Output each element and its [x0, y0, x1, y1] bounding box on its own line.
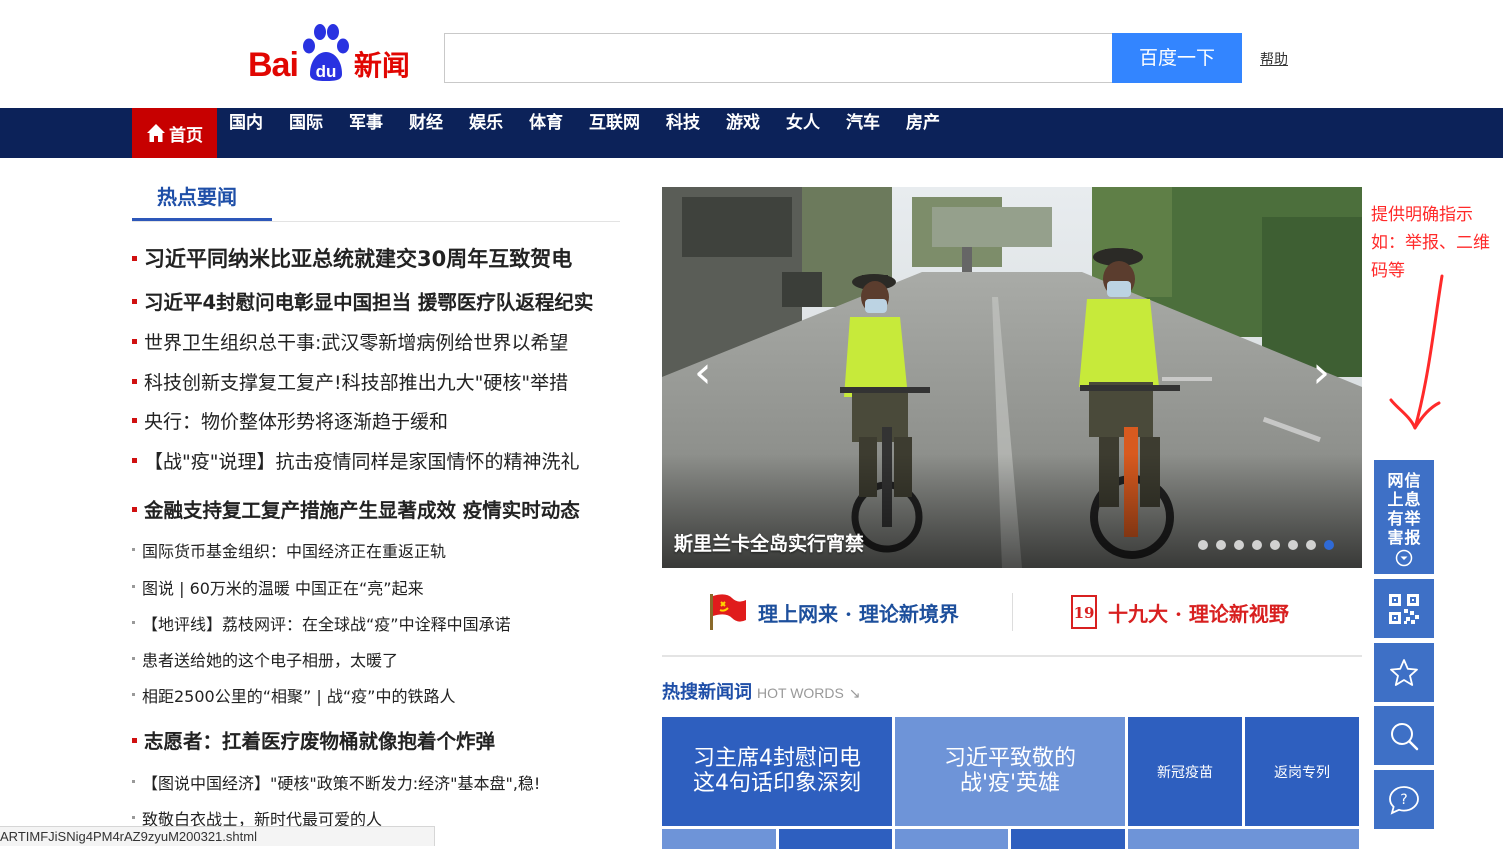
news-item-sub[interactable]: 【地评线】荔枝网评：在全球战“疫”中诠释中国承诺	[132, 611, 511, 635]
arrow-down-right-icon: ↘	[848, 685, 861, 701]
news-item-sub[interactable]: 【图说中国经济】"硬核"政策不断发力:经济"基本盘",稳!	[132, 770, 540, 794]
question-bubble-icon: ?	[1389, 785, 1419, 815]
hotword-tile[interactable]	[779, 829, 892, 849]
slide-prev-button[interactable]: ‹	[694, 347, 712, 398]
news-item-headline[interactable]: 习近平4封慰问电彰显中国担当 援鄂医疗队返程纪实	[132, 286, 593, 315]
svg-text:du: du	[316, 62, 337, 81]
star-icon	[1390, 658, 1418, 686]
news-item-sub[interactable]: 图说 | 60万米的温暖 中国正在“亮”起来	[132, 575, 424, 599]
chevron-down-circle-icon	[1395, 549, 1413, 567]
news-item-headline[interactable]: 金融支持复工复产措施产生显著成效 疫情实时动态	[132, 494, 580, 523]
report-label-last: 害报	[1387, 528, 1421, 547]
main-nav: 首页 国内 国际 军事 财经 娱乐 体育 互联网 科技 游戏 女人 汽车 房产	[0, 108, 1503, 158]
banner-19th-congress[interactable]: 19 十九大 · 理论新视野	[1070, 592, 1289, 632]
slide-photo	[662, 187, 1362, 568]
hotword-tile[interactable]: 习主席4封慰问电 这4句话印象深刻	[662, 717, 892, 826]
report-label: 网上有 信息举	[1387, 471, 1421, 528]
news-slideshow[interactable]: ‹ › 斯里兰卡全岛实行宵禁	[662, 187, 1362, 568]
search-rail-button[interactable]	[1374, 706, 1434, 765]
news-item-headline[interactable]: 习近平同纳米比亚总统就建交30周年互致贺电	[132, 243, 572, 273]
news-item[interactable]: 科技创新支撑复工复产!科技部推出九大"硬核"举措	[132, 368, 568, 395]
nav-item-tech[interactable]: 科技	[666, 108, 700, 158]
search-button[interactable]: 百度一下	[1112, 33, 1242, 83]
baidu-paw-icon: du	[300, 22, 350, 82]
baidu-news-logo[interactable]: Bai du 新闻	[248, 22, 410, 82]
slide-next-button[interactable]: ›	[1312, 347, 1330, 398]
logo-bai-text: Bai	[248, 46, 299, 84]
news-item[interactable]: 世界卫生组织总干事:武汉零新增病例给世界以希望	[132, 328, 568, 355]
nav-item-entertainment[interactable]: 娱乐	[469, 108, 503, 158]
party-flag-icon	[710, 594, 746, 630]
slide-dot-active[interactable]	[1324, 540, 1334, 550]
hotwords-title-text: 热搜新闻词	[662, 682, 752, 703]
news-item[interactable]: 央行：物价整体形势将逐渐趋于缓和	[132, 407, 448, 434]
hotwords-subtitle: HOT WORDS	[757, 685, 844, 701]
nav-item-internet[interactable]: 互联网	[589, 108, 640, 158]
hotword-tile[interactable]	[662, 829, 776, 849]
hotword-tile[interactable]	[1011, 829, 1125, 849]
nav-item-realestate[interactable]: 房产	[906, 108, 940, 158]
hotword-tile[interactable]: 习近平致敬的 战'疫'英雄	[895, 717, 1125, 826]
hotword-tile[interactable]: 新冠疫苗	[1128, 717, 1242, 826]
svg-text:19: 19	[1074, 604, 1095, 622]
nav-item-women[interactable]: 女人	[786, 108, 820, 158]
nav-item-home[interactable]: 首页	[132, 108, 217, 158]
banner-theory-online-text: 理上网来 · 理论新境界	[758, 601, 959, 626]
report-harmful-info-button[interactable]: 网上有 信息举 害报	[1374, 460, 1434, 574]
browser-status-url: ARTIMFJiSNig4PM4rAZ9zyuM200321.shtml	[0, 826, 435, 846]
news-item-sub[interactable]: 患者送给她的这个电子相册，太暖了	[132, 647, 398, 671]
banner-19th-congress-text: 十九大 · 理论新视野	[1108, 601, 1289, 626]
news-item-sub[interactable]: 相距2500公里的“相聚” | 战“疫”中的铁路人	[132, 683, 455, 707]
section-title-hot-news: 热点要闻	[157, 185, 237, 209]
logo-news-text: 新闻	[353, 48, 410, 82]
slide-pagination	[1198, 540, 1334, 550]
congress-19-icon: 19	[1071, 595, 1097, 629]
hotwords-title: 热搜新闻词 HOT WORDS ↘	[662, 678, 861, 704]
nav-item-sports[interactable]: 体育	[529, 108, 563, 158]
nav-item-international[interactable]: 国际	[289, 108, 323, 158]
slide-dot[interactable]	[1270, 540, 1280, 550]
qr-code-icon	[1389, 593, 1419, 624]
nav-item-domestic[interactable]: 国内	[229, 108, 263, 158]
svg-text:?: ?	[1400, 792, 1407, 808]
help-rail-button[interactable]: ?	[1374, 770, 1434, 829]
slide-dot[interactable]	[1198, 540, 1208, 550]
slide-dot[interactable]	[1234, 540, 1244, 550]
qr-code-button[interactable]	[1374, 579, 1434, 638]
slide-dot[interactable]	[1306, 540, 1316, 550]
slide-dot[interactable]	[1288, 540, 1298, 550]
nav-item-games[interactable]: 游戏	[726, 108, 760, 158]
search-input[interactable]	[444, 33, 1113, 83]
hotword-tile[interactable]: 返岗专列	[1245, 717, 1359, 826]
news-item-sub[interactable]: 国际货币基金组织：中国经济正在重返正轨	[132, 538, 446, 562]
banner-theory-online[interactable]: 理上网来 · 理论新境界	[706, 592, 959, 632]
search-icon	[1391, 722, 1419, 750]
nav-item-finance[interactable]: 财经	[409, 108, 443, 158]
hotwords-divider	[662, 655, 1362, 657]
news-item[interactable]: 【战"疫"说理】抗击疫情同样是家国情怀的精神洗礼	[132, 447, 579, 474]
hotword-tile[interactable]	[895, 829, 1008, 849]
slide-dot[interactable]	[1252, 540, 1262, 550]
news-item-headline[interactable]: 志愿者：扛着医疗废物桶就像抱着个炸弹	[132, 725, 495, 754]
home-icon	[147, 124, 165, 142]
nav-item-military[interactable]: 军事	[349, 108, 383, 158]
nav-home-label: 首页	[169, 125, 203, 146]
annotation-arrow-icon	[1389, 274, 1444, 430]
slide-caption[interactable]: 斯里兰卡全岛实行宵禁	[674, 529, 864, 556]
section-divider	[132, 221, 620, 222]
banner-divider	[1012, 593, 1013, 631]
nav-item-auto[interactable]: 汽车	[846, 108, 880, 158]
help-link[interactable]: 帮助	[1260, 49, 1288, 69]
hotword-tile[interactable]	[1128, 829, 1359, 849]
favorite-button[interactable]	[1374, 643, 1434, 702]
slide-dot[interactable]	[1216, 540, 1226, 550]
